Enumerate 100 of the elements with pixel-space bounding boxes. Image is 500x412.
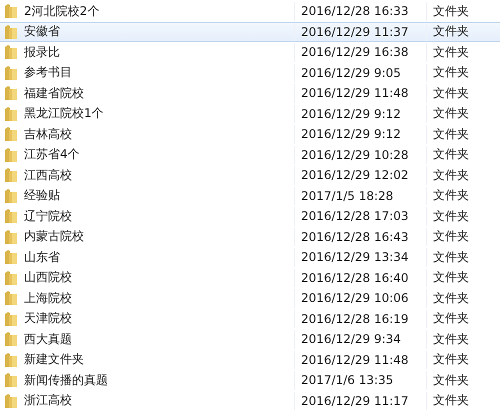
modified-date: 2016/12/29 9:05: [301, 66, 401, 80]
modified-date: 2016/12/29 10:06: [301, 291, 409, 306]
file-name: 福建省院校: [24, 84, 84, 102]
folder-icon: [4, 249, 18, 266]
file-name: 天津院校: [24, 310, 72, 328]
folder-icon: [4, 24, 18, 40]
file-name: 黑龙江院校1个: [24, 105, 104, 122]
file-type: 文件夹: [433, 44, 469, 61]
modified-date: 2016/12/28 17:03: [301, 209, 409, 224]
file-row[interactable]: 辽宁院校 2016/12/28 17:03 文件夹: [0, 206, 500, 226]
modified-date: 2016/12/29 12:02: [301, 168, 409, 182]
file-name: 报录比: [24, 44, 60, 61]
modified-date: 2016/12/29 11:48: [301, 86, 409, 100]
file-type: 文件夹: [433, 310, 469, 328]
file-row[interactable]: 报录比 2016/12/29 16:38 文件夹: [0, 42, 500, 62]
folder-icon: [4, 126, 18, 142]
file-name: 江苏省4个: [24, 146, 80, 164]
folder-icon: [4, 64, 18, 81]
file-type: 文件夹: [433, 248, 469, 266]
modified-date: 2016/12/29 13:34: [301, 250, 409, 264]
file-row[interactable]: 安徽省 2016/12/29 11:37 文件夹: [0, 22, 500, 42]
file-name: 上海院校: [24, 290, 72, 307]
file-name: 内蒙古院校: [24, 228, 84, 246]
modified-date: 2016/12/29 10:28: [301, 148, 409, 162]
file-row[interactable]: 西大真题 2016/12/29 9:34 文件夹: [0, 329, 500, 350]
folder-icon: [4, 146, 18, 163]
file-row[interactable]: 山西院校 2016/12/28 16:40 文件夹: [0, 268, 500, 288]
file-type: 文件夹: [433, 64, 469, 82]
folder-icon: [4, 270, 18, 286]
file-row[interactable]: 浙江高校 2016/12/29 11:17 文件夹: [0, 390, 500, 411]
folder-icon: [4, 392, 18, 409]
file-name: 参考书目: [24, 64, 72, 82]
file-name: 新闻传播的真题: [24, 372, 108, 389]
file-type: 文件夹: [433, 208, 469, 225]
modified-date: 2016/12/28 16:33: [301, 4, 409, 18]
folder-icon: [4, 228, 18, 245]
folder-icon: [4, 352, 18, 368]
file-type: 文件夹: [433, 105, 469, 122]
folder-icon: [4, 372, 18, 388]
folder-icon: [4, 310, 18, 327]
file-row[interactable]: 江西高校 2016/12/29 12:02 文件夹: [0, 165, 500, 186]
file-name: 2河北院校2个: [24, 2, 100, 20]
file-row[interactable]: 经验贴 2017/1/5 18:28 文件夹: [0, 186, 500, 206]
file-name: 新建文件夹: [24, 351, 84, 368]
file-type: 文件夹: [433, 351, 469, 368]
modified-date: 2016/12/29 11:17: [301, 394, 409, 408]
file-type: 文件夹: [433, 187, 469, 204]
file-type: 文件夹: [433, 2, 469, 20]
file-type: 文件夹: [433, 372, 469, 389]
file-row[interactable]: 天津院校 2016/12/28 16:19 文件夹: [0, 308, 500, 329]
file-name: 安徽省: [24, 23, 60, 40]
folder-icon: [4, 167, 18, 184]
modified-date: 2016/12/29 16:38: [301, 45, 409, 60]
file-row[interactable]: 2河北院校2个 2016/12/28 16:33 文件夹: [0, 1, 500, 22]
file-type: 文件夹: [433, 126, 469, 143]
file-row[interactable]: 参考书目 2016/12/29 9:05 文件夹: [0, 62, 500, 83]
modified-date: 2017/1/6 13:35: [301, 373, 394, 388]
file-name: 辽宁院校: [24, 208, 72, 225]
file-name: 山西院校: [24, 269, 72, 286]
file-row[interactable]: 吉林高校 2016/12/29 9:12 文件夹: [0, 124, 500, 144]
file-type: 文件夹: [433, 392, 469, 410]
modified-date: 2016/12/29 11:48: [301, 352, 409, 367]
file-type: 文件夹: [433, 166, 469, 184]
file-type: 文件夹: [433, 269, 469, 286]
modified-date: 2016/12/29 9:34: [301, 332, 401, 346]
modified-date: 2016/12/28 16:43: [301, 230, 409, 244]
folder-icon: [4, 290, 18, 306]
modified-date: 2016/12/29 11:37: [301, 24, 409, 39]
file-row[interactable]: 福建省院校 2016/12/29 11:48 文件夹: [0, 83, 500, 104]
file-type: 文件夹: [433, 146, 469, 164]
modified-date: 2016/12/29 9:12: [301, 127, 401, 142]
folder-icon: [4, 106, 18, 122]
file-row[interactable]: 山东省 2016/12/29 13:34 文件夹: [0, 247, 500, 268]
file-row[interactable]: 新建文件夹 2016/12/29 11:48 文件夹: [0, 350, 500, 370]
file-name: 吉林高校: [24, 126, 72, 143]
file-row[interactable]: 黑龙江院校1个 2016/12/29 9:12 文件夹: [0, 104, 500, 124]
folder-icon: [4, 85, 18, 102]
folder-icon: [4, 44, 18, 60]
file-name: 山东省: [24, 248, 60, 266]
modified-date: 2016/12/29 9:12: [301, 106, 401, 121]
file-name: 经验贴: [24, 187, 60, 204]
file-type: 文件夹: [433, 228, 469, 246]
file-type: 文件夹: [433, 330, 469, 348]
file-type: 文件夹: [433, 23, 469, 40]
modified-date: 2016/12/28 16:19: [301, 312, 409, 326]
file-name: 江西高校: [24, 166, 72, 184]
folder-icon: [4, 188, 18, 204]
modified-date: 2017/1/5 18:28: [301, 188, 394, 203]
file-row[interactable]: 新闻传播的真题 2017/1/6 13:35 文件夹: [0, 370, 500, 390]
file-name: 浙江高校: [24, 392, 72, 410]
file-row[interactable]: 上海院校 2016/12/29 10:06 文件夹: [0, 288, 500, 308]
modified-date: 2016/12/28 16:40: [301, 270, 409, 285]
file-row[interactable]: 江苏省4个 2016/12/29 10:28 文件夹: [0, 144, 500, 165]
file-type: 文件夹: [433, 290, 469, 307]
folder-icon: [4, 208, 18, 224]
folder-icon: [4, 3, 18, 20]
file-row[interactable]: 内蒙古院校 2016/12/28 16:43 文件夹: [0, 226, 500, 247]
folder-icon: [4, 331, 18, 348]
file-name: 西大真题: [24, 330, 72, 348]
file-type: 文件夹: [433, 84, 469, 102]
